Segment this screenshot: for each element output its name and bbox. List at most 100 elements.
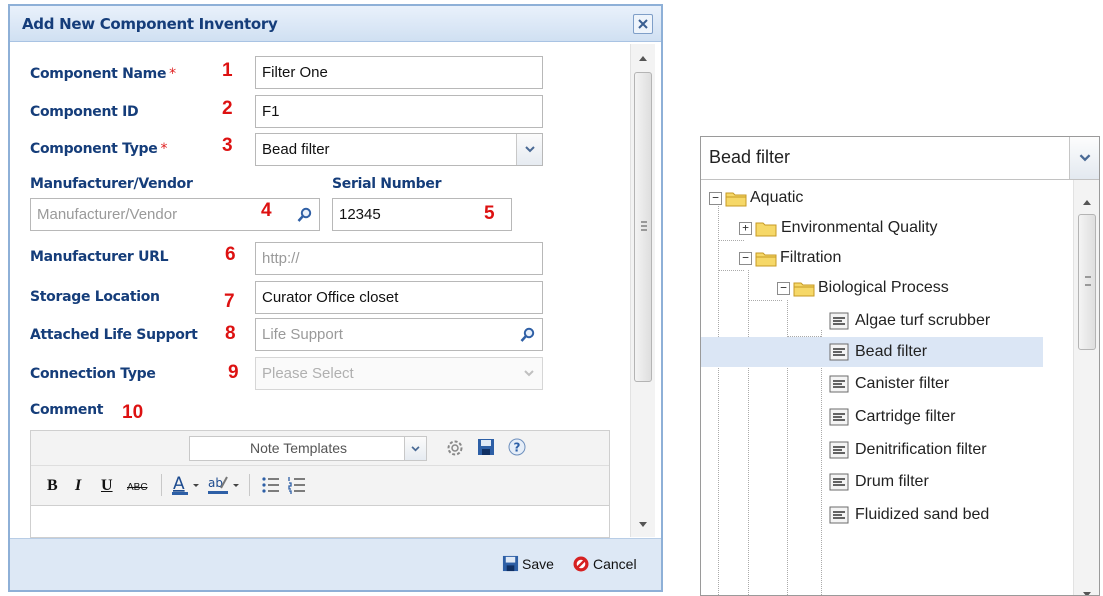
chevron-down-icon[interactable] (1069, 137, 1099, 179)
tree-node-label: Biological Process (818, 279, 949, 296)
search-icon[interactable] (514, 319, 542, 350)
save-icon[interactable] (477, 438, 495, 461)
list-item-icon (829, 343, 849, 361)
component-type-select[interactable]: Bead filter (255, 133, 543, 166)
bold-button[interactable]: B (47, 476, 58, 496)
scroll-down-icon[interactable] (631, 514, 655, 534)
dropdown-scrollbar[interactable] (1073, 180, 1099, 595)
component-id-input[interactable]: F1 (255, 95, 543, 128)
callout-number: 1 (222, 60, 233, 81)
chevron-down-icon[interactable] (404, 437, 426, 460)
connection-type-label: Connection Type (30, 366, 156, 382)
toolbar-divider (249, 474, 250, 496)
tree-leaf-canister-filter[interactable]: Canister filter (829, 369, 949, 399)
required-mark: * (160, 141, 168, 157)
svg-text:?: ? (514, 441, 521, 455)
underline-button[interactable]: U (101, 476, 113, 496)
note-templates-select[interactable]: Note Templates (189, 436, 427, 461)
note-templates-label: Note Templates (250, 440, 348, 456)
dialog-footer: Save Cancel (10, 538, 661, 590)
tree-node-label: Drum filter (855, 473, 929, 490)
scroll-up-icon[interactable] (631, 48, 655, 68)
collapse-icon[interactable]: − (777, 281, 790, 295)
callout-number: 3 (222, 135, 233, 156)
tree-node-aquatic[interactable]: − Aquatic (709, 183, 803, 213)
tree-node-filtration[interactable]: − Filtration (739, 243, 841, 273)
tree-node-label: Aquatic (750, 189, 804, 206)
search-icon[interactable] (291, 199, 319, 230)
manufacturer-input[interactable]: Manufacturer/Vendor (30, 198, 320, 231)
font-color-icon[interactable]: A (171, 474, 201, 501)
life-support-placeholder: Life Support (262, 326, 343, 343)
tree-node-label: Fluidized sand bed (855, 506, 990, 523)
tree-node-environmental-quality[interactable]: + Environmental Quality (739, 213, 938, 243)
connection-type-placeholder: Please Select (262, 365, 354, 382)
component-id-label: Component ID (30, 104, 139, 120)
list-item-icon (829, 441, 849, 459)
collapse-icon[interactable]: − (739, 251, 752, 265)
italic-button[interactable]: I (75, 476, 81, 496)
close-icon[interactable] (633, 14, 653, 34)
manufacturer-label: Manufacturer/Vendor (30, 176, 193, 192)
component-name-label: Component Name * (30, 66, 176, 82)
tree-node-label: Denitrification filter (855, 441, 987, 458)
tree-leaf-algae-turf-scrubber[interactable]: Algae turf scrubber (829, 306, 990, 336)
collapse-icon[interactable]: − (709, 191, 722, 205)
storage-location-input[interactable]: Curator Office closet (255, 281, 543, 314)
dialog-scrollbar[interactable] (630, 44, 655, 537)
dialog-title: Add New Component Inventory (22, 15, 278, 33)
list-item-icon (829, 375, 849, 393)
scroll-down-icon[interactable] (1083, 584, 1091, 595)
component-type-dropdown-field[interactable]: Bead filter (701, 137, 1099, 180)
manufacturer-placeholder: Manufacturer/Vendor (37, 206, 178, 223)
scrollbar-thumb[interactable] (634, 72, 652, 382)
callout-number: 2 (222, 98, 233, 119)
tree-leaf-fluidized-sand-bed[interactable]: Fluidized sand bed (829, 500, 989, 530)
component-type-tree: − Aquatic + Environmental Quality − Filt… (701, 180, 1073, 595)
strikethrough-button[interactable]: ABC (127, 478, 148, 498)
scrollbar-grip (1085, 276, 1091, 286)
list-item-icon (829, 473, 849, 491)
help-icon[interactable]: ? (507, 437, 527, 462)
svg-text:ab: ab (208, 476, 223, 490)
cancel-button[interactable]: Cancel (572, 555, 637, 573)
folder-icon (755, 222, 777, 236)
gear-icon[interactable] (445, 438, 465, 463)
chevron-down-icon[interactable] (516, 134, 542, 165)
manufacturer-url-input[interactable]: http:// (255, 242, 543, 275)
list-item-icon (829, 312, 849, 330)
callout-number: 5 (484, 203, 495, 224)
callout-number: 9 (228, 362, 239, 383)
svg-text:A: A (173, 474, 185, 494)
editor-toolbar-format: B I U ABC A ab (31, 466, 609, 506)
save-label: Save (522, 555, 554, 572)
tree-leaf-denitrification-filter[interactable]: Denitrification filter (829, 435, 987, 465)
tree-leaf-drum-filter[interactable]: Drum filter (829, 467, 929, 497)
chevron-down-icon[interactable] (516, 358, 542, 389)
highlight-color-icon[interactable]: ab (207, 474, 241, 501)
storage-location-label: Storage Location (30, 289, 160, 305)
tree-node-label: Filtration (780, 249, 842, 266)
editor-toolbar-top: Note Templates ? (31, 431, 609, 466)
tree-node-label: Canister filter (855, 375, 950, 392)
tree-leaf-bead-filter[interactable]: Bead filter (701, 337, 1043, 367)
life-support-input[interactable]: Life Support (255, 318, 543, 351)
callout-number: 6 (225, 244, 236, 265)
tree-leaf-cartridge-filter[interactable]: Cartridge filter (829, 402, 955, 432)
connection-type-select[interactable]: Please Select (255, 357, 543, 390)
save-icon (502, 555, 519, 572)
save-button[interactable]: Save (502, 555, 554, 572)
component-name-input[interactable]: Filter One (255, 56, 543, 89)
tree-node-biological-process[interactable]: − Biological Process (777, 273, 949, 303)
folder-icon (793, 282, 815, 296)
comment-editor: Note Templates ? B I U ABC A ab (30, 430, 610, 538)
serial-number-label: Serial Number (332, 176, 442, 192)
scroll-up-icon[interactable] (1083, 192, 1091, 210)
expand-icon[interactable]: + (739, 221, 752, 235)
list-item-icon (829, 506, 849, 524)
manufacturer-url-label: Manufacturer URL (30, 249, 169, 265)
required-mark: * (169, 66, 176, 82)
bullet-list-icon[interactable] (261, 475, 281, 500)
component-type-value: Bead filter (262, 141, 330, 158)
numbered-list-icon[interactable] (287, 475, 307, 500)
